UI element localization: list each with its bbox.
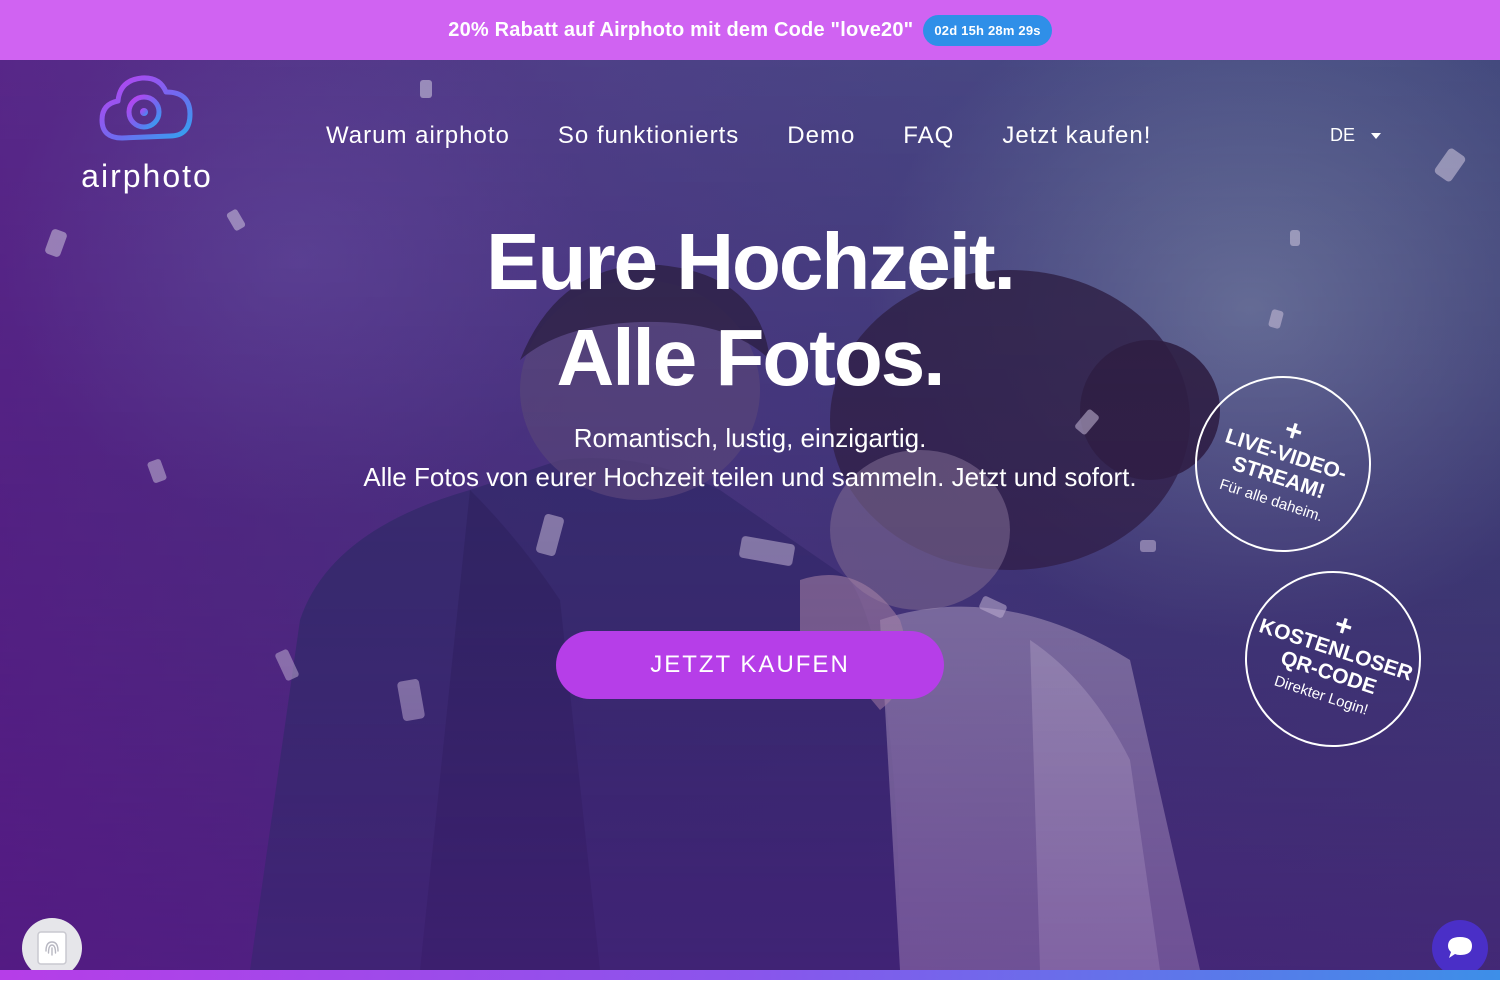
headline-line-1: Eure Hochzeit. bbox=[486, 217, 1016, 306]
gradient-strip bbox=[0, 970, 1500, 980]
buy-now-button[interactable]: JETZT KAUFEN bbox=[556, 631, 944, 699]
hero-subline-2: Alle Fotos von eurer Hochzeit teilen und… bbox=[363, 462, 1137, 492]
promo-text: 20% Rabatt auf Airphoto mit dem Code "lo… bbox=[448, 18, 914, 41]
nav-item-warum-airphoto[interactable]: Warum airphoto bbox=[326, 122, 510, 150]
main-nav: Warum airphoto So funktionierts Demo FAQ… bbox=[326, 122, 1151, 150]
caret-down-icon bbox=[1371, 132, 1382, 139]
language-selector[interactable]: DE bbox=[1330, 125, 1382, 146]
language-label: DE bbox=[1330, 125, 1356, 145]
nav-item-demo[interactable]: Demo bbox=[787, 122, 855, 150]
chat-bubble-icon bbox=[1448, 937, 1472, 958]
nav-item-jetzt-kaufen[interactable]: Jetzt kaufen! bbox=[1002, 122, 1151, 150]
camera-cloud-icon bbox=[99, 75, 193, 141]
chat-button[interactable] bbox=[1432, 920, 1488, 976]
badge-plus-icon: + bbox=[1280, 412, 1308, 450]
privacy-settings-button[interactable] bbox=[22, 918, 82, 978]
countdown-timer: 02d 15h 28m 29s bbox=[923, 14, 1052, 46]
headline-line-2: Alle Fotos. bbox=[556, 313, 946, 402]
promo-bar: 20% Rabatt auf Airphoto mit dem Code "lo… bbox=[0, 0, 1500, 60]
logo[interactable]: airphoto bbox=[72, 74, 222, 194]
hero-subline-1: Romantisch, lustig, einzigartig. bbox=[573, 423, 927, 453]
nav-item-so-funktionierts[interactable]: So funktionierts bbox=[558, 122, 739, 150]
logo-wordmark: airphoto bbox=[81, 158, 213, 194]
badge-plus-icon: + bbox=[1330, 607, 1358, 645]
fingerprint-icon bbox=[37, 931, 67, 965]
hero-headline: Eure Hochzeit. Alle Fotos. bbox=[250, 214, 1250, 406]
nav-item-faq[interactable]: FAQ bbox=[903, 122, 954, 150]
